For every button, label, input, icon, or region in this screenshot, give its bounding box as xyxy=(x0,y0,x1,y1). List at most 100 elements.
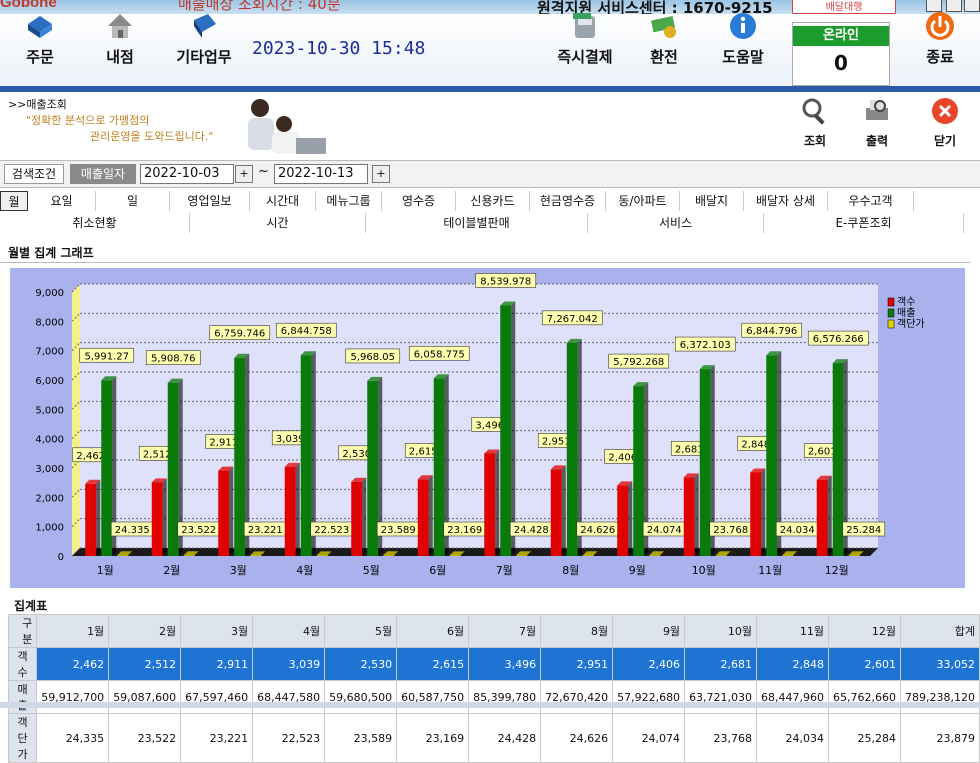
x-tick-label: 3월 xyxy=(230,564,247,577)
data-label: 8,539.978 xyxy=(480,276,531,287)
tab-r1-5[interactable]: 메뉴그룹 xyxy=(316,191,382,211)
tab-r2-3[interactable]: 서비스 xyxy=(588,213,764,233)
legend-swatch xyxy=(887,297,895,307)
print-button[interactable]: 출력 xyxy=(852,96,902,152)
table-cell: 3,496 xyxy=(468,647,542,681)
bar xyxy=(683,477,695,556)
y-tick-label: 7,000 xyxy=(35,347,64,358)
tab-r1-6[interactable]: 영수증 xyxy=(382,191,456,211)
table-header-cell: 7월 xyxy=(468,614,542,648)
table-header-cell: 구분 xyxy=(7,614,38,648)
tab-r1-7[interactable]: 신용카드 xyxy=(456,191,530,211)
to-date-plus-button[interactable]: + xyxy=(372,165,390,183)
order-label: 주문 xyxy=(26,48,54,66)
table-cell: 24,335 xyxy=(36,713,110,763)
tab-r1-4[interactable]: 시간대 xyxy=(250,191,316,211)
tab-r1-0[interactable]: 월 xyxy=(0,191,28,211)
bar-side xyxy=(761,468,766,556)
bar-side xyxy=(96,479,101,556)
current-datetime: 2023-10-30 15:48 xyxy=(252,38,426,59)
summary-table-title: 집계표 xyxy=(14,599,48,613)
data-label: 24.335 xyxy=(115,525,150,536)
table-row[interactable]: 객수 2,462 2,512 2,911 3,039 2,530 2,615 3,496 2,9… xyxy=(7,647,980,681)
data-label: 2,406 xyxy=(608,452,637,463)
tab-r1-3[interactable]: 영업일보 xyxy=(170,191,250,211)
data-label: 24.428 xyxy=(514,525,549,536)
x-tick-label: 2월 xyxy=(163,564,180,577)
table-header-cell: 합계 xyxy=(900,614,980,648)
tab-r1-12[interactable]: 우수고객 xyxy=(828,191,914,211)
data-label: 2,462 xyxy=(76,451,105,462)
bar xyxy=(766,355,778,556)
table-cell: 65,762,660 xyxy=(828,680,902,714)
table-cell: 2,911 xyxy=(180,647,254,681)
delivery-button[interactable]: 배달대행 xyxy=(792,0,896,14)
close-label: 닫기 xyxy=(933,134,957,148)
exit-button[interactable]: 종료 xyxy=(914,10,966,70)
data-label: 2,681 xyxy=(675,444,704,455)
x-tick-label: 1월 xyxy=(97,564,114,577)
online-status-box: 온라인 0 xyxy=(792,22,890,86)
tab-r1-1[interactable]: 요일 xyxy=(28,191,96,211)
table-row[interactable]: 객단가 24,335 23,522 23,221 22,523 23,589 23,169 2… xyxy=(7,713,980,763)
exchange-button[interactable]: 환전 xyxy=(640,10,688,70)
table-header-cell: 3월 xyxy=(180,614,254,648)
y-tick-label: 0 xyxy=(58,552,64,563)
graph-divider xyxy=(0,262,970,263)
bar-side xyxy=(694,473,699,556)
tab-r2-2[interactable]: 테이블별판매 xyxy=(366,213,588,233)
tab-r1-9[interactable]: 동/아파트 xyxy=(606,191,680,211)
tab-r2-0[interactable]: 취소현황 xyxy=(0,213,190,233)
table-cell: 59,912,700 xyxy=(36,680,110,714)
table-row[interactable]: 매출59,912,70059,087,60067,597,46068,447,5… xyxy=(7,680,980,714)
from-date-input[interactable]: 2022-10-03 xyxy=(140,164,234,184)
legend-swatch xyxy=(887,308,895,318)
row-label: 객수 xyxy=(7,647,38,681)
row-label: 객단가 xyxy=(7,713,38,763)
summary-table: 구분 1월 2월 3월 4월 5월 6월 7월 8월 9월 10월 11월 12월 합계 객수 2,462 2,… xyxy=(7,614,980,763)
table-header-cell: 11월 xyxy=(756,614,830,648)
close-button[interactable]: 닫기 xyxy=(920,96,970,152)
bar xyxy=(550,469,562,556)
date-type-select[interactable]: 매출일자 xyxy=(70,164,136,184)
book-icon xyxy=(194,14,216,38)
tab-r1-2[interactable]: 일 xyxy=(96,191,170,211)
bar xyxy=(617,485,629,556)
tab-r2-4[interactable]: E-쿠폰조회 xyxy=(764,213,964,233)
instant-pay-button[interactable]: 즉시결제 xyxy=(550,10,620,70)
bar-side xyxy=(561,465,566,556)
slogan-line-1: "정확한 분석으로 가맹점의 xyxy=(26,114,150,127)
bar xyxy=(566,342,578,556)
to-date-input[interactable]: 2022-10-13 xyxy=(274,164,368,184)
table-cell: 23,169 xyxy=(396,713,470,763)
visit-button[interactable]: 내점 xyxy=(98,10,142,70)
bar xyxy=(300,355,312,556)
data-label: 2,951 xyxy=(542,436,571,447)
bar-side xyxy=(362,477,367,556)
tab-r2-1[interactable]: 시간 xyxy=(190,213,366,233)
other-work-button[interactable]: 기타업무 xyxy=(172,10,236,70)
visit-label: 내점 xyxy=(106,48,134,66)
tab-r1-10[interactable]: 배달지 xyxy=(680,191,744,211)
x-tick-label: 10월 xyxy=(692,564,716,577)
x-tick-label: 11월 xyxy=(758,564,782,577)
table-header-cell: 9월 xyxy=(612,614,686,648)
x-tick-label: 9월 xyxy=(629,564,646,577)
exit-label: 종료 xyxy=(926,48,954,66)
legend-swatch xyxy=(887,319,895,329)
bar xyxy=(582,555,594,556)
tab-r1-8[interactable]: 현금영수증 xyxy=(530,191,606,211)
from-date-plus-button[interactable]: + xyxy=(235,165,253,183)
search-button[interactable]: 조회 xyxy=(790,96,840,152)
help-button[interactable]: 도움말 xyxy=(718,10,768,70)
table-cell: 2,406 xyxy=(612,647,686,681)
table-cell: 23,522 xyxy=(108,713,182,763)
tab-r1-11[interactable]: 배달자 상세 xyxy=(744,191,828,211)
y-tick-label: 9,000 xyxy=(35,288,64,299)
x-tick-label: 7월 xyxy=(496,564,513,577)
bar xyxy=(234,357,246,556)
close-window-button[interactable] xyxy=(964,0,980,12)
bar-side xyxy=(428,475,433,556)
data-label: 5,968.05 xyxy=(350,352,395,363)
order-button[interactable]: 주문 xyxy=(18,10,62,70)
